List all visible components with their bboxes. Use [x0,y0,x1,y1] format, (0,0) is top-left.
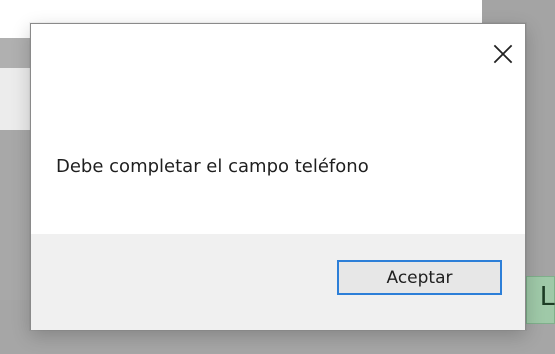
close-icon [493,44,513,64]
background-panel-left-top [0,0,30,38]
background-panel-left-strip [0,68,30,130]
accept-button[interactable]: Aceptar [337,260,502,295]
message-dialog: Debe completar el campo teléfono Aceptar [30,23,526,330]
background-panel-left-gray [0,130,30,300]
dialog-footer: Aceptar [31,234,525,330]
background-panel-left-band [0,38,30,68]
dialog-message: Debe completar el campo teléfono [56,156,369,177]
dialog-close-button[interactable] [489,40,517,68]
background-action-button-text: L [540,280,555,311]
